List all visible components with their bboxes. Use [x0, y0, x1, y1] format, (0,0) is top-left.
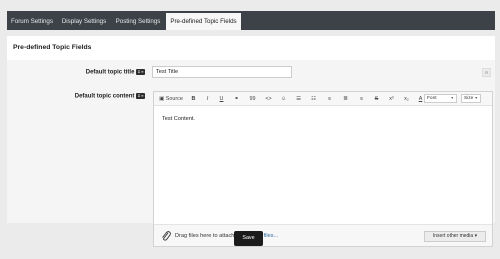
topic-content-label-text: Default topic content [74, 93, 135, 100]
paperclip-icon [162, 231, 171, 241]
tab-display-settings[interactable]: Display Settings [58, 13, 110, 30]
topic-title-label-text: Default topic title [85, 69, 135, 76]
align-right-icon[interactable]: ≡ [357, 95, 366, 103]
phrase-badge: Ʃ ≡ [136, 69, 145, 75]
align-left-icon[interactable]: ≡ [325, 95, 334, 103]
save-button[interactable]: Save [234, 231, 263, 246]
emoji-icon[interactable]: ☺ [279, 95, 288, 103]
font-dropdown[interactable]: Font ▼ [424, 94, 457, 103]
rich-text-editor: ▣ Source B I U ⚭ 99 <> ☺ ☰ ☷ ≡ ≣ ≡ S x² … [153, 91, 493, 247]
align-center-icon[interactable]: ≣ [341, 95, 350, 103]
underline-button[interactable]: U [218, 95, 225, 103]
size-dropdown[interactable]: Size ▼ [461, 94, 481, 103]
source-icon: ▣ [159, 96, 165, 102]
number-list-icon[interactable]: ☷ [309, 95, 318, 103]
quote-icon[interactable]: 99 [248, 95, 257, 103]
tab-posting-settings[interactable]: Posting Settings [111, 13, 165, 30]
editor-content[interactable]: Test Content. [162, 116, 195, 122]
bold-button[interactable]: B [190, 95, 197, 103]
insert-other-media-button[interactable]: Insert other media ▾ [424, 231, 486, 242]
topic-title-input[interactable]: Test Title [152, 66, 292, 78]
topic-content-label: Default topic content Ʃ ≡ [27, 93, 145, 100]
attachment-bar: Drag files here to attach, or choose fil… [154, 224, 492, 246]
settings-tabs: Forum Settings Display Settings Posting … [7, 11, 495, 30]
editor-toolbar: ▣ Source B I U ⚭ 99 <> ☺ ☰ ☷ ≡ ≣ ≡ S x² … [154, 92, 492, 106]
bullet-list-icon[interactable]: ☰ [294, 95, 303, 103]
superscript-button[interactable]: x² [387, 95, 396, 103]
source-label: Source [165, 96, 183, 102]
chevron-down-icon: ▼ [450, 96, 454, 100]
options-icon[interactable]: ⚙ [482, 68, 491, 77]
topic-title-label: Default topic title Ʃ ≡ [37, 69, 145, 76]
font-dropdown-label: Font [427, 96, 437, 101]
phrase-badge: Ʃ ≡ [136, 93, 145, 99]
source-button[interactable]: ▣ Source [158, 95, 184, 103]
italic-button[interactable]: I [204, 95, 211, 103]
panel-title: Pre-defined Topic Fields [13, 44, 92, 51]
strikethrough-button[interactable]: S [373, 95, 380, 103]
tab-predefined-topic-fields[interactable]: Pre-defined Topic Fields [166, 13, 241, 30]
settings-panel: Pre-defined Topic Fields Default topic t… [7, 36, 495, 247]
tab-forum-settings[interactable]: Forum Settings [7, 13, 57, 30]
subscript-button[interactable]: x₂ [402, 95, 411, 103]
link-icon[interactable]: ⚭ [232, 95, 241, 103]
chevron-down-icon: ▼ [474, 96, 478, 100]
size-dropdown-label: Size [464, 96, 474, 101]
code-icon[interactable]: <> [264, 95, 273, 103]
